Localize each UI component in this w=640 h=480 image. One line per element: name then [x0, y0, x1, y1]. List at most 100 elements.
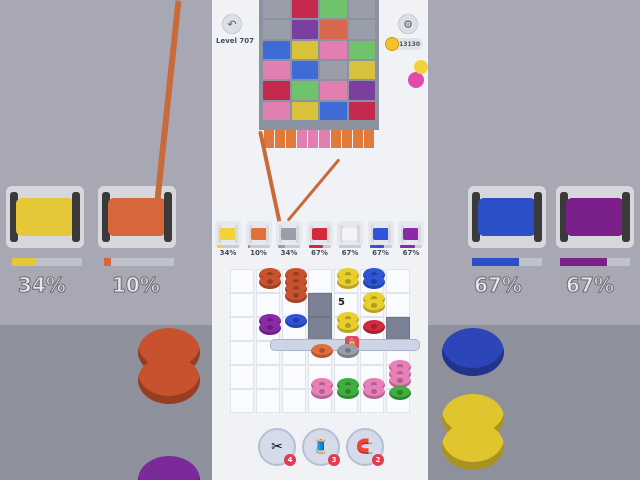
- spool-thread: [220, 228, 236, 240]
- bg-bar-orange: [104, 258, 174, 266]
- booster-scissors-count: 4: [284, 454, 296, 466]
- fringe-strip: [341, 130, 352, 148]
- fabric-patch: [320, 101, 347, 120]
- bg-disc-orange-2: [138, 356, 200, 404]
- fabric-fringe: [264, 130, 374, 150]
- board-cell[interactable]: [230, 317, 254, 341]
- spool-progress: [247, 245, 270, 248]
- bg-spool-orange: [98, 186, 176, 248]
- fabric-patch: [348, 20, 375, 39]
- bg-spool-purple: [556, 186, 634, 248]
- fabric-patch: [348, 101, 375, 120]
- fabric-patch: [263, 40, 290, 59]
- disc: [285, 314, 307, 328]
- spool-thread: [372, 228, 389, 240]
- board-cell[interactable]: [230, 341, 254, 365]
- disc: [337, 319, 359, 333]
- board-cell[interactable]: [230, 389, 254, 413]
- board-cell[interactable]: [230, 365, 254, 389]
- fabric-patch: [291, 61, 318, 80]
- background-right: 67% 67%: [428, 0, 640, 480]
- spool-progress: [217, 245, 239, 248]
- fabric-patch: [320, 0, 347, 19]
- fabric-patch: [291, 81, 318, 100]
- spool-rack: 34% 10% 34% 67% 67% 67% 67%: [212, 221, 428, 261]
- spool-flange: [296, 225, 299, 243]
- bg-bar-yellow: [12, 258, 82, 266]
- disc: [337, 275, 359, 289]
- board-cell[interactable]: [256, 365, 280, 389]
- thread-orange-2: [286, 158, 341, 222]
- game-screen: ↶ Level 707 ⚙ 13130 34% 10% 34% 67% 67% 67% 67…: [212, 0, 428, 480]
- fabric-patch: [320, 40, 347, 59]
- board-cell[interactable]: [386, 269, 410, 293]
- board-cell[interactable]: [308, 269, 332, 293]
- bg-spool-blue: [468, 186, 546, 248]
- fabric-patch: [291, 0, 318, 19]
- spool-percent: 34%: [219, 249, 237, 257]
- fabric-patch: [291, 101, 318, 120]
- spool-flange: [326, 225, 330, 243]
- fabric-panel: [259, 0, 379, 130]
- board-cell[interactable]: [386, 293, 410, 317]
- spool-4[interactable]: 67%: [306, 221, 333, 257]
- bg-disc-yellow-2: [442, 422, 504, 470]
- spool-percent: 67%: [341, 249, 359, 257]
- bg-pct-2: 10%: [112, 273, 161, 298]
- spool-flange: [387, 225, 391, 243]
- fringe-strip: [275, 130, 286, 148]
- bonus-button-pink[interactable]: [408, 72, 424, 88]
- spool-1[interactable]: 34%: [215, 221, 241, 257]
- fringe-strip: [308, 130, 319, 148]
- bg-bar-blue: [472, 258, 542, 266]
- spool-percent: 67%: [311, 249, 328, 257]
- fabric-patch: [320, 81, 347, 100]
- spool-3[interactable]: 34%: [276, 221, 302, 257]
- board-cell[interactable]: [230, 269, 254, 293]
- fringe-strip: [297, 130, 308, 148]
- board-cell[interactable]: [282, 365, 306, 389]
- bg-thread: [154, 0, 182, 200]
- spool-5[interactable]: 67%: [337, 221, 363, 257]
- spool-thread: [342, 228, 358, 240]
- board-cell[interactable]: [282, 389, 306, 413]
- board-cell[interactable]: [308, 293, 332, 317]
- fabric-patch: [291, 40, 318, 59]
- bg-pct-3: 67%: [474, 273, 523, 298]
- spool-flange: [265, 225, 269, 243]
- undo-button[interactable]: ↶: [222, 14, 242, 34]
- fabric-patch: [263, 0, 290, 19]
- disc: [337, 344, 359, 358]
- fabric-patch: [263, 101, 290, 120]
- board-cell[interactable]: [256, 389, 280, 413]
- fringe-strip: [330, 130, 341, 148]
- spool-flange: [357, 225, 360, 243]
- settings-button[interactable]: ⚙: [398, 14, 418, 34]
- spool-7[interactable]: 67%: [398, 221, 424, 257]
- board-cell[interactable]: [230, 293, 254, 317]
- bg-disc-blue: [442, 328, 504, 376]
- fabric-patch: [320, 61, 347, 80]
- spool-progress: [369, 245, 392, 248]
- fabric-patch: [348, 81, 375, 100]
- bonus-button-yellow[interactable]: [414, 60, 428, 74]
- fabric-patch: [348, 40, 375, 59]
- disc: [363, 275, 385, 289]
- spool-thread: [281, 228, 297, 240]
- spool-flange: [418, 225, 421, 243]
- spool-percent: 67%: [372, 249, 389, 257]
- level-label: Level 707: [216, 37, 254, 45]
- fabric-patch: [348, 61, 375, 80]
- board-cell[interactable]: [308, 317, 332, 341]
- board-cell[interactable]: [386, 317, 410, 341]
- spool-thread: [250, 228, 267, 240]
- booster-magnet-count: 2: [372, 454, 384, 466]
- spool-2[interactable]: 10%: [245, 221, 272, 257]
- disc: [363, 299, 385, 313]
- fabric-patch: [348, 0, 375, 19]
- spool-6[interactable]: 67%: [367, 221, 394, 257]
- scissors-icon: ✂: [271, 439, 283, 455]
- fringe-strip: [352, 130, 363, 148]
- spool-percent: 34%: [280, 249, 298, 257]
- spool-percent: 67%: [402, 249, 420, 257]
